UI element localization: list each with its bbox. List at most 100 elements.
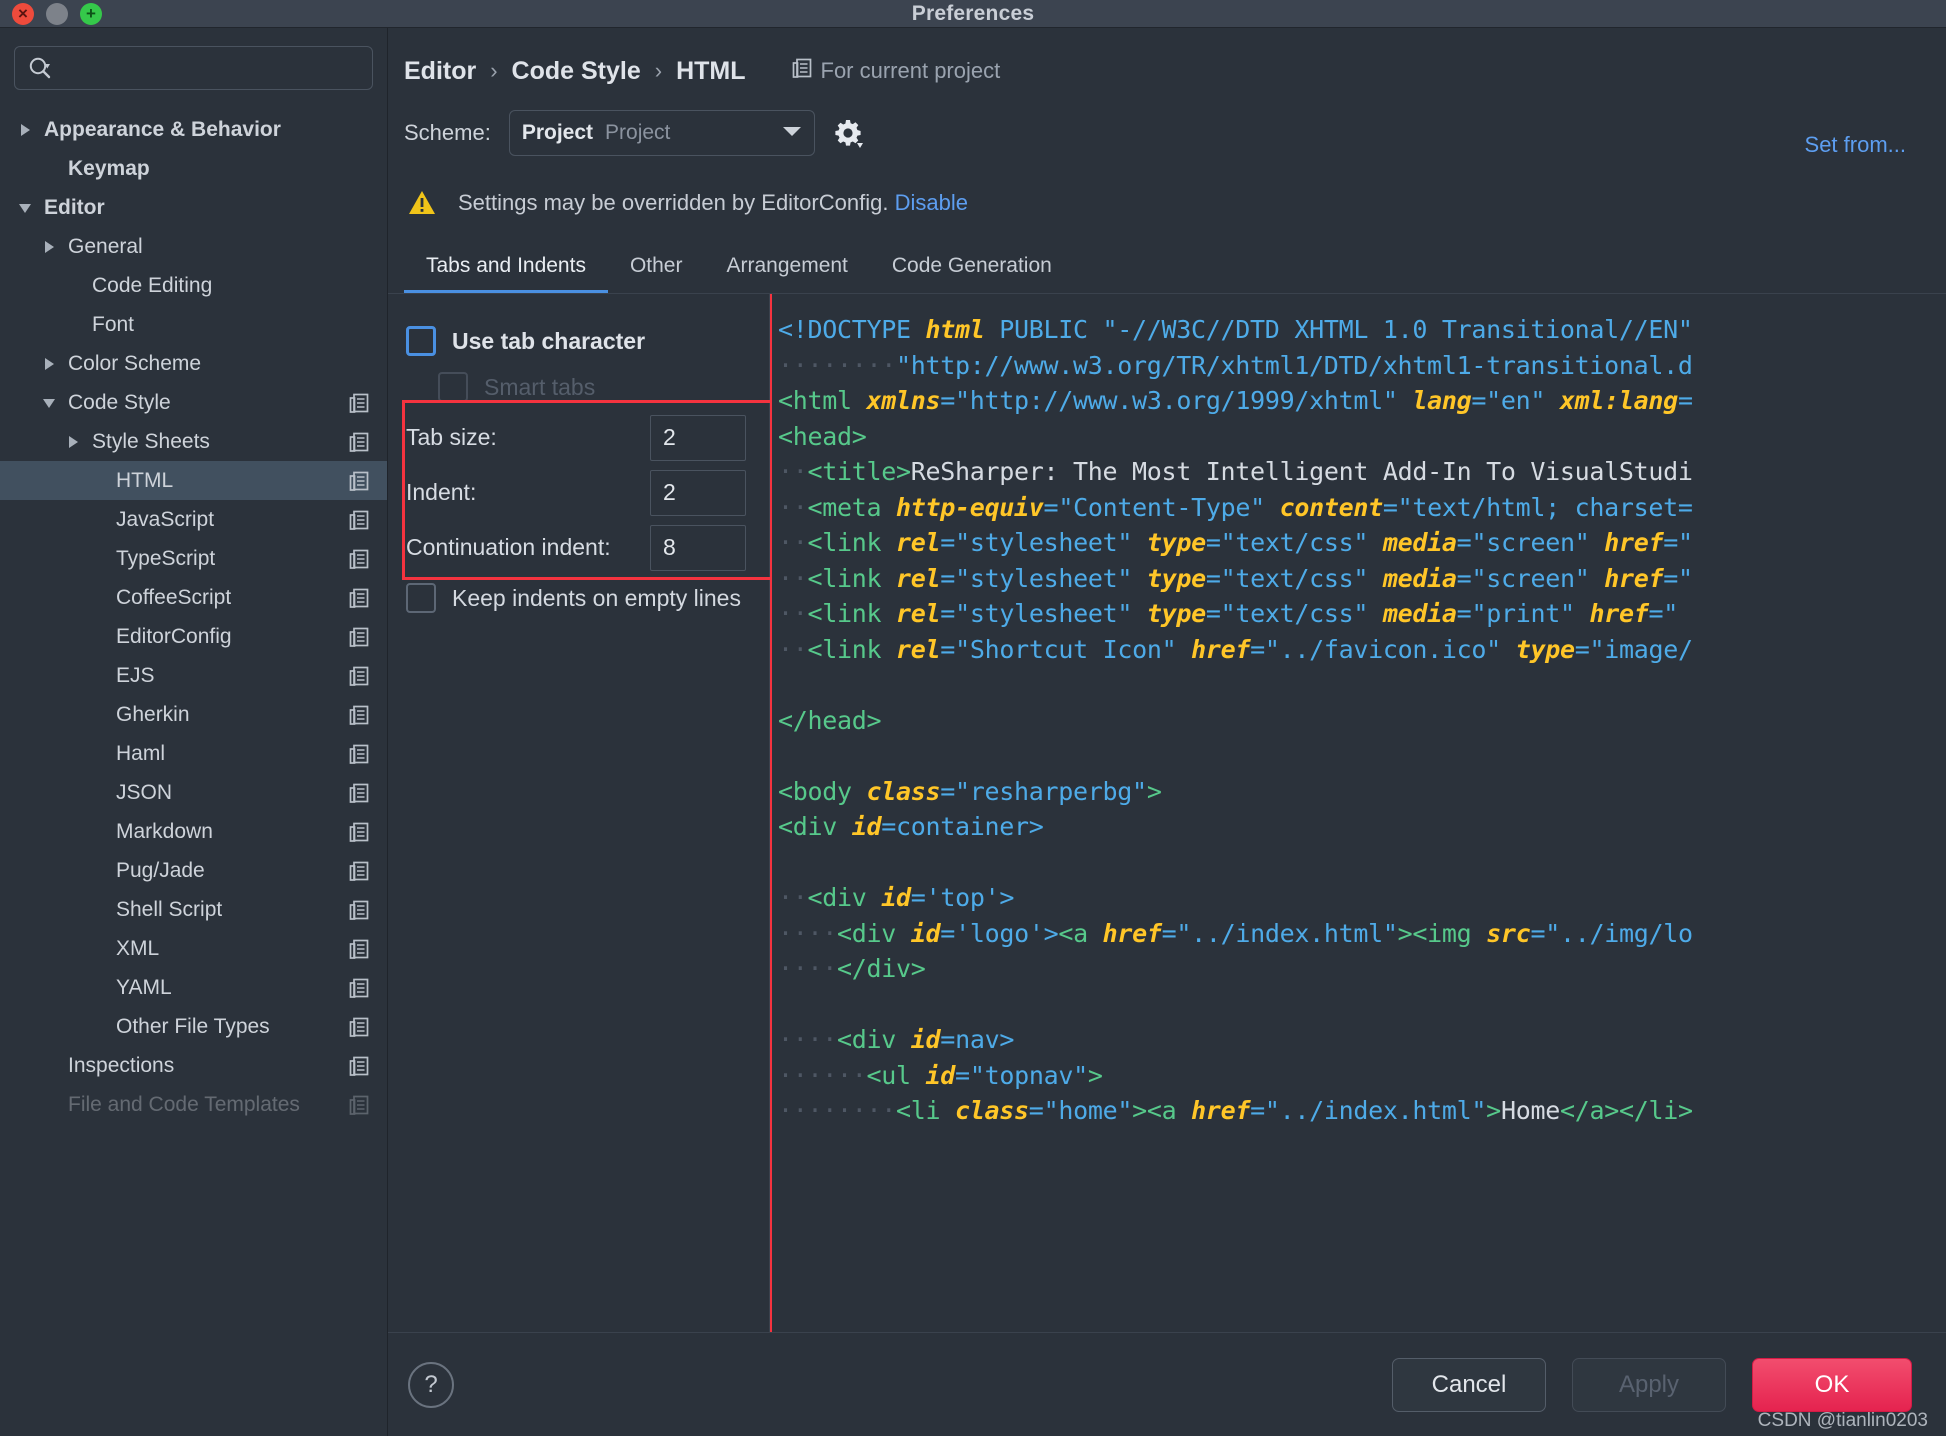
sidebar-item-font[interactable]: Font xyxy=(0,305,387,344)
code-token: ReSharper: The Most Intelligent Add-In T… xyxy=(910,457,1693,486)
search-box[interactable] xyxy=(14,46,373,90)
sidebar-item-coffeescript[interactable]: CoffeeScript xyxy=(0,578,387,617)
sidebar-item-code-editing[interactable]: Code Editing xyxy=(0,266,387,305)
sidebar-item-general[interactable]: General xyxy=(0,227,387,266)
keep-indents-label: Keep indents on empty lines xyxy=(452,584,741,611)
settings-tree[interactable]: Appearance & Behavior Keymap Editor General… xyxy=(0,100,387,1436)
chevron-right-icon[interactable] xyxy=(38,356,60,372)
settings-tabs[interactable]: Tabs and Indents Other Arrangement Code Gen… xyxy=(388,246,1946,294)
sidebar-item-shell-script[interactable]: Shell Script xyxy=(0,890,387,929)
copy-scheme-icon[interactable] xyxy=(349,978,369,998)
code-token: > xyxy=(1132,1096,1147,1125)
sidebar-item-pug-jade[interactable]: Pug/Jade xyxy=(0,851,387,890)
sidebar-item-style-sheets[interactable]: Style Sheets xyxy=(0,422,387,461)
use-tab-character-row[interactable]: Use tab character xyxy=(388,318,769,364)
code-token: "text/css" xyxy=(1220,599,1369,628)
code-token: src xyxy=(1486,918,1531,948)
breadcrumb-item-editor[interactable]: Editor xyxy=(404,57,476,86)
copy-scheme-icon[interactable] xyxy=(349,822,369,842)
tab-other[interactable]: Other xyxy=(608,246,705,293)
disable-editorconfig-link[interactable]: Disable xyxy=(895,190,968,215)
sidebar-item-html[interactable]: HTML xyxy=(0,461,387,500)
code-token: <li xyxy=(896,1096,956,1125)
gear-icon[interactable] xyxy=(833,118,863,148)
sidebar-item-label: Code Style xyxy=(68,390,171,414)
copy-scheme-icon[interactable] xyxy=(349,939,369,959)
copy-scheme-icon[interactable] xyxy=(349,705,369,725)
copy-scheme-icon[interactable] xyxy=(349,393,369,413)
code-line: ····</div> xyxy=(778,951,1946,987)
code-token: <html xyxy=(778,386,867,415)
chevron-down-icon[interactable] xyxy=(38,396,60,410)
sidebar-item-inspections[interactable]: Inspections xyxy=(0,1046,387,1085)
sidebar-item-label: Markdown xyxy=(116,819,213,843)
sidebar-item-editor[interactable]: Editor xyxy=(0,188,387,227)
copy-scheme-icon[interactable] xyxy=(349,1056,369,1076)
sidebar-item-label: HTML xyxy=(116,468,174,492)
copy-scheme-icon[interactable] xyxy=(349,510,369,530)
sidebar-item-markdown[interactable]: Markdown xyxy=(0,812,387,851)
keep-indents-row[interactable]: Keep indents on empty lines xyxy=(388,575,769,621)
tab-code-generation[interactable]: Code Generation xyxy=(870,246,1074,293)
sidebar-item-file-and-code-templates[interactable]: File and Code Templates xyxy=(0,1085,387,1124)
sidebar-item-typescript[interactable]: TypeScript xyxy=(0,539,387,578)
continuation-indent-input[interactable]: 8 xyxy=(650,524,746,571)
cancel-button[interactable]: Cancel xyxy=(1392,1357,1546,1412)
copy-scheme-icon[interactable] xyxy=(349,432,369,452)
tab-arrangement[interactable]: Arrangement xyxy=(704,246,869,293)
help-button[interactable]: ? xyxy=(408,1361,454,1408)
search-input[interactable] xyxy=(53,58,360,78)
copy-scheme-icon[interactable] xyxy=(349,627,369,647)
sidebar-item-haml[interactable]: Haml xyxy=(0,734,387,773)
copy-scheme-icon[interactable] xyxy=(349,471,369,491)
sidebar-item-gherkin[interactable]: Gherkin xyxy=(0,695,387,734)
code-preview-pane[interactable]: <!DOCTYPE html PUBLIC "-//W3C//DTD XHTML… xyxy=(770,294,1946,1332)
sidebar-item-javascript[interactable]: JavaScript xyxy=(0,500,387,539)
sidebar-item-code-style[interactable]: Code Style xyxy=(0,383,387,422)
chevron-right-icon[interactable] xyxy=(14,122,36,138)
window-title: Preferences xyxy=(911,1,1035,25)
watermark: CSDN @tianlin0203 xyxy=(1757,1410,1928,1431)
copy-scheme-icon[interactable] xyxy=(349,861,369,881)
tab-size-input[interactable]: 2 xyxy=(650,414,746,461)
code-token: "../img/lo xyxy=(1545,918,1693,948)
code-token: xmlns xyxy=(866,386,941,415)
copy-scheme-icon[interactable] xyxy=(349,783,369,803)
copy-scheme-icon[interactable] xyxy=(349,666,369,686)
set-from-link[interactable]: Set from... xyxy=(1805,132,1906,157)
code-token: "stylesheet" xyxy=(955,563,1133,593)
sidebar-item-label: JSON xyxy=(116,780,173,804)
code-token: "screen" xyxy=(1471,563,1590,593)
chevron-right-icon[interactable] xyxy=(62,434,84,450)
keep-indents-checkbox[interactable] xyxy=(406,583,436,613)
scheme-dropdown[interactable]: Project Project xyxy=(508,110,815,156)
copy-scheme-icon[interactable] xyxy=(349,1017,369,1037)
copy-scheme-icon[interactable] xyxy=(349,549,369,569)
sidebar-item-ejs[interactable]: EJS xyxy=(0,656,387,695)
code-token: type xyxy=(1146,563,1206,593)
sidebar-item-xml[interactable]: XML xyxy=(0,929,387,968)
chevron-right-icon[interactable] xyxy=(38,239,60,255)
breadcrumb-item-code-style[interactable]: Code Style xyxy=(512,57,641,86)
ok-button[interactable]: OK xyxy=(1752,1357,1912,1412)
sidebar-item-other-file-types[interactable]: Other File Types xyxy=(0,1007,387,1046)
code-line: <head> xyxy=(778,419,1946,455)
use-tab-character-checkbox[interactable] xyxy=(406,326,436,356)
chevron-down-icon[interactable] xyxy=(14,201,36,215)
code-token: class xyxy=(955,1096,1029,1125)
sidebar-item-yaml[interactable]: YAML xyxy=(0,968,387,1007)
sidebar-item-keymap[interactable]: Keymap xyxy=(0,149,387,188)
sidebar-item-json[interactable]: JSON xyxy=(0,773,387,812)
sidebar-item-editorconfig[interactable]: EditorConfig xyxy=(0,617,387,656)
sidebar-item-appearance-behavior[interactable]: Appearance & Behavior xyxy=(0,110,387,149)
sidebar-item-color-scheme[interactable]: Color Scheme xyxy=(0,344,387,383)
copy-scheme-icon[interactable] xyxy=(349,588,369,608)
code-token: type xyxy=(1146,599,1206,628)
copy-scheme-icon[interactable] xyxy=(349,1095,369,1115)
tab-tabs-and-indents[interactable]: Tabs and Indents xyxy=(404,246,608,293)
copy-scheme-icon[interactable] xyxy=(349,744,369,764)
indent-input[interactable]: 2 xyxy=(650,469,746,516)
copy-scheme-icon[interactable] xyxy=(349,900,369,920)
sidebar-item-label: TypeScript xyxy=(116,546,216,570)
